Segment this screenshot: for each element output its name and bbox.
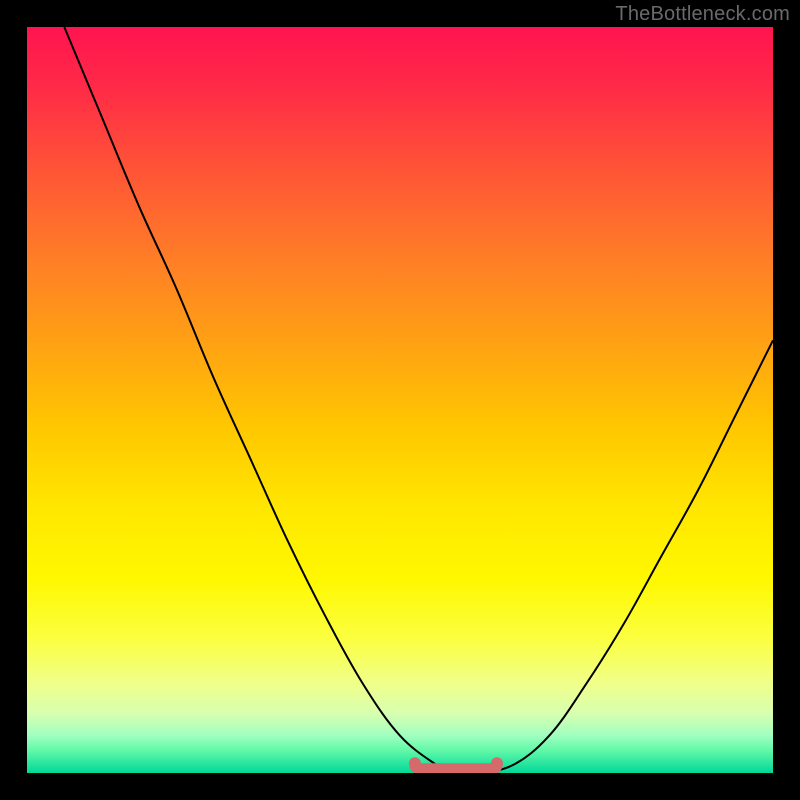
chart-curve [64, 27, 773, 773]
bottom-marker [415, 763, 497, 769]
watermark-text: TheBottleneck.com [615, 3, 790, 26]
chart-svg [27, 27, 773, 773]
